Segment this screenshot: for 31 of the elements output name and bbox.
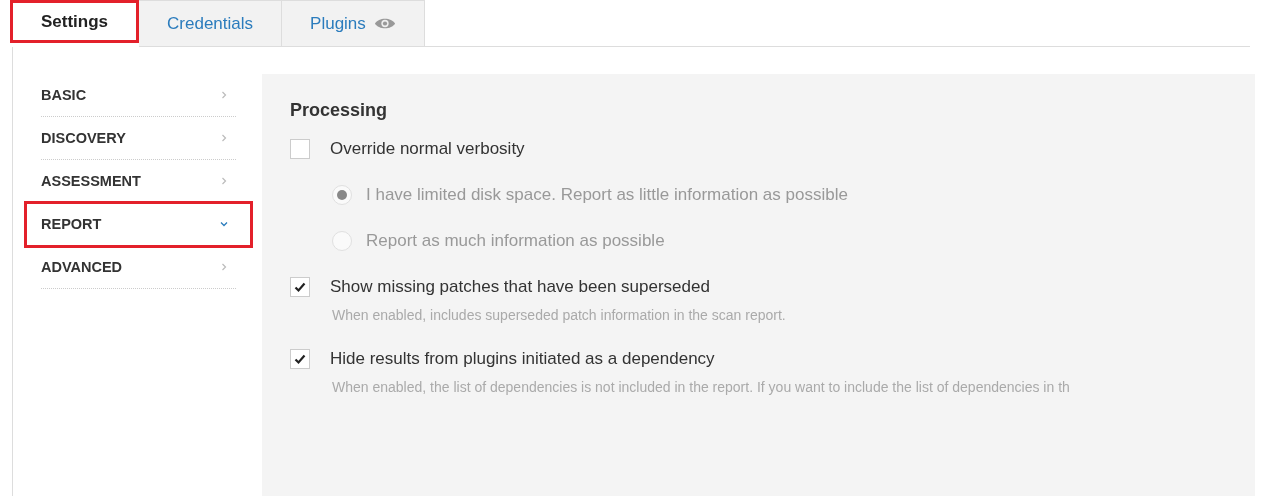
- sidebar-label: REPORT: [41, 216, 102, 232]
- chevron-right-icon: [220, 263, 228, 271]
- tab[interactable]: Plugins: [282, 0, 425, 47]
- tab[interactable]: Credentials: [139, 0, 283, 47]
- checkbox-label: Override normal verbosity: [330, 139, 525, 159]
- checkmark-icon: [294, 281, 306, 293]
- sidebar-item[interactable]: REPORT: [26, 203, 251, 246]
- checkbox-label: Show missing patches that have been superseded: [330, 277, 710, 297]
- option-description: When enabled, includes superseded patch information in the scan report.: [332, 307, 787, 323]
- option-description: When enabled, the list of dependencies is not included in the report. If you want to include the list of dependencies in th: [332, 379, 1071, 395]
- chevron-down-icon: [220, 220, 228, 228]
- chevron-right-icon: [220, 134, 228, 142]
- tab[interactable]: Settings: [10, 0, 140, 43]
- sidebar-item[interactable]: DISCOVERY: [41, 117, 236, 160]
- sidebar-item[interactable]: BASIC: [41, 74, 236, 117]
- sidebar-label: DISCOVERY: [41, 130, 126, 146]
- chevron-right-icon: [220, 177, 228, 185]
- sidebar-label: ASSESSMENT: [41, 173, 141, 189]
- checkbox-label: Hide results from plugins initiated as a dependency: [330, 349, 715, 369]
- section-title: Processing: [290, 100, 389, 121]
- checkbox[interactable]: [290, 139, 310, 159]
- sidebar-item[interactable]: ASSESSMENT: [41, 160, 236, 203]
- sidebar-label: BASIC: [41, 87, 87, 103]
- checkbox[interactable]: [290, 277, 310, 297]
- radio-label: Report as much information as possible: [366, 231, 665, 251]
- chevron-right-icon: [220, 91, 228, 99]
- sidebar-label: ADVANCED: [41, 259, 123, 275]
- radio-label: I have limited disk space. Report as little information as possible: [366, 185, 848, 205]
- sidebar-item[interactable]: ADVANCED: [41, 246, 236, 289]
- checkmark-icon: [294, 353, 306, 365]
- checkbox[interactable]: [290, 349, 310, 369]
